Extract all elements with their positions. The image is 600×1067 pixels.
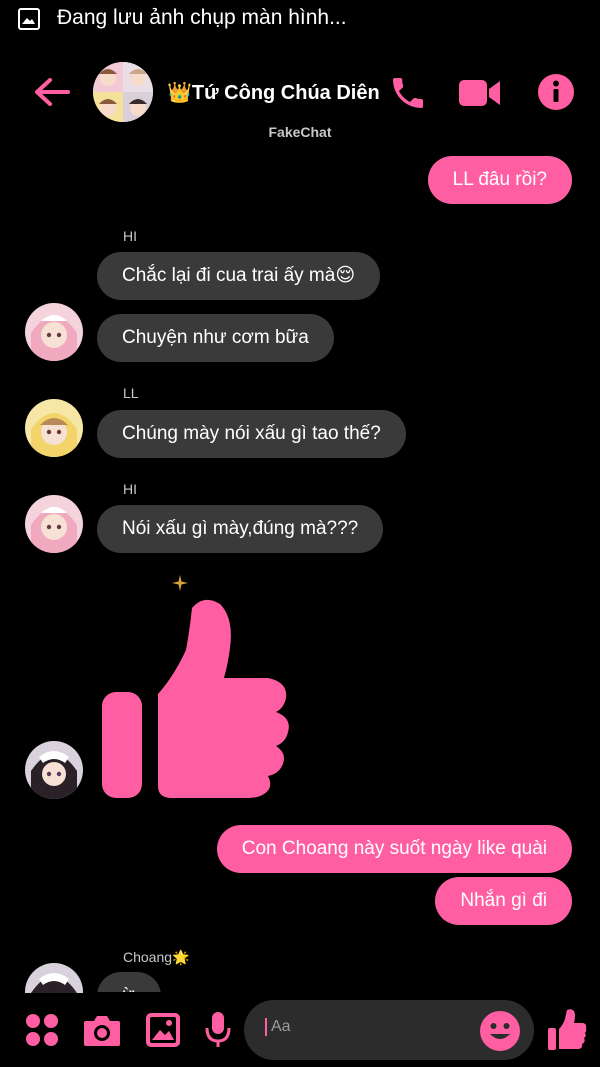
sender-name: HI <box>123 481 137 497</box>
info-icon[interactable] <box>537 73 575 111</box>
message-bubble-outgoing[interactable]: Nhắn gì đi <box>435 877 572 925</box>
chat-title[interactable]: 👑Tứ Công Chúa Diên... <box>167 80 379 105</box>
avatar[interactable] <box>25 741 83 799</box>
message-input[interactable] <box>265 1018 471 1036</box>
camera-icon[interactable] <box>82 1012 122 1048</box>
app-label: FakeChat <box>268 124 332 140</box>
back-arrow-icon[interactable] <box>32 73 72 113</box>
avatar[interactable] <box>25 303 83 361</box>
message-bubble-outgoing[interactable]: LL đâu rồi? <box>427 156 572 204</box>
message-text: ừ <box>97 972 161 992</box>
video-camera-icon[interactable] <box>458 75 502 111</box>
message-bubble-outgoing[interactable]: Con Choang này suốt ngày like quài <box>216 825 572 873</box>
message-bubble-incoming[interactable]: Chắc lại đi cua trai ấy mà😌 <box>97 252 381 300</box>
screenshot-icon <box>18 8 40 30</box>
status-text: Đang lưu ảnh chụp màn hình... <box>57 6 347 29</box>
message-bubble-incoming[interactable]: ừ <box>97 972 161 992</box>
status-bar: Đang lưu ảnh chụp màn hình... <box>0 0 600 40</box>
group-avatar[interactable] <box>93 62 153 122</box>
sender-name: HI <box>123 228 137 244</box>
sender-name: LL <box>123 385 139 401</box>
avatar[interactable] <box>25 495 83 553</box>
message-bubble-incoming[interactable]: Nói xấu gì mày,đúng mà??? <box>97 505 384 553</box>
message-bubble-incoming[interactable]: Chuyện như cơm bữa <box>97 314 334 362</box>
thumbs-up-icon[interactable] <box>547 1009 587 1051</box>
message-bubble-incoming[interactable]: Chúng mày nói xấu gì tao thế? <box>97 410 406 458</box>
sender-name: Choang🌟 <box>123 949 190 965</box>
phone-icon[interactable] <box>388 73 428 113</box>
avatar[interactable] <box>25 963 83 993</box>
gallery-icon[interactable] <box>145 1012 181 1048</box>
thumbs-up-sticker-icon[interactable] <box>100 598 296 802</box>
microphone-icon[interactable] <box>204 1010 232 1050</box>
sparkle-icon <box>172 575 188 591</box>
avatar[interactable] <box>25 399 83 457</box>
emoji-icon[interactable] <box>479 1010 521 1052</box>
apps-icon[interactable] <box>24 1012 60 1048</box>
